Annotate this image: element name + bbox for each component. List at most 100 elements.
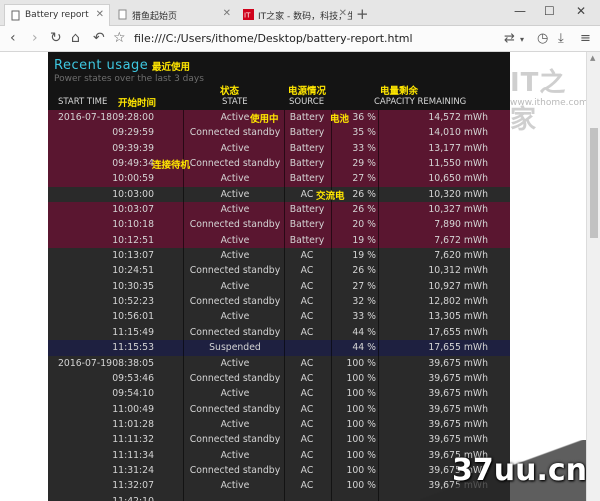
minimize-icon[interactable]: — [514,4,526,18]
cell-source: AC [300,296,314,308]
tab-battery-report[interactable]: Battery report ✕ [4,4,110,26]
table-row: 10:56:01 Active AC 33 % 13,305 mWh [48,309,510,325]
cell-percent: 100 % [346,434,376,446]
close-icon[interactable]: ✕ [96,9,104,20]
cell-capacity: 39,675 mWh [428,372,488,384]
cell-source: AC [300,357,314,369]
close-icon[interactable]: ✕ [223,8,231,19]
cell-time: 09:49:34 [112,158,154,170]
cell-state: Connected standby [189,296,281,308]
cell-capacity: 10,320 mWh [428,188,488,200]
cell-time: 10:24:51 [112,265,154,277]
column-divider [331,110,332,501]
annotation-state: 状态 [220,86,240,97]
star-icon[interactable]: ☆ [113,30,126,46]
dropdown-icon[interactable]: ▾ [520,35,524,44]
header-capacity: CAPACITY REMAINING [374,97,467,107]
cell-percent: 100 % [346,449,376,461]
cell-time: 11:01:28 [112,418,154,430]
scroll-up-icon[interactable]: ▲ [590,54,595,62]
cell-source: Battery [289,173,325,185]
download-icon[interactable]: ⤓ [558,31,564,46]
cell-time: 09:28:00 [112,112,154,123]
back-icon[interactable]: ‹ [10,30,16,46]
maximize-icon[interactable]: ☐ [544,4,555,18]
cell-percent: 33 % [352,142,376,154]
scrollbar-thumb[interactable] [590,128,598,238]
cell-source: AC [300,326,314,338]
cell-time: 09:39:39 [112,142,154,154]
address-input[interactable]: file:///C:/Users/ithome/Desktop/battery-… [134,30,524,49]
cell-percent: 27 % [352,173,376,185]
cell-state: Active [220,418,250,430]
cell-state: Active [220,311,250,323]
cell-state: Connected standby [189,265,281,277]
table-row: 09:39:39 Active Battery 33 % 13,177 mWh [48,140,510,157]
cell-state: Active [220,188,250,200]
cell-percent: 100 % [346,403,376,415]
table-row: 09:54:10 Active AC 100 % 39,675 mWh [48,386,510,402]
cell-percent: 33 % [352,311,376,323]
cell-source: Battery [289,204,325,216]
tab-label: 猎鱼起始页 [132,12,178,22]
cell-state: Connected standby [189,372,281,384]
table-row: 2016-07-19 08:38:05 Active AC 100 % 39,675 mW… [48,355,510,371]
cell-percent: 26 % [352,265,376,277]
cell-state: Active [220,173,250,185]
cell-capacity: 13,177 mWh [428,142,488,154]
vertical-scrollbar[interactable]: ▲ [586,52,600,501]
cell-time: 08:38:05 [112,357,154,369]
cell-state: Active [220,388,250,400]
cell-time: 11:11:34 [112,449,154,461]
cell-source: AC [300,480,314,492]
table-row: 10:00:59 Active Battery 27 % 10,650 mWh [48,171,510,187]
new-tab-icon[interactable]: + [356,5,369,23]
table-row: 09:29:59 Connected standby Battery 35 % 14,0… [48,125,510,141]
document-icon [11,10,20,21]
ithome-watermark-url: www.ithome.com [510,98,586,108]
cell-capacity: 13,305 mWh [428,311,488,323]
cell-capacity: 7,890 mWh [434,219,488,231]
table-row: 10:24:51 Connected standby AC 26 % 10,312 mW… [48,263,510,279]
table-row: 10:03:00 Active AC 26 % 10,320 mWh [48,186,510,203]
table-row: 11:01:28 Active AC 100 % 39,675 mWh [48,416,510,433]
forward-icon[interactable]: › [32,30,38,46]
history-icon[interactable]: ◷ [537,31,548,46]
cell-source: AC [300,250,314,262]
cell-state: Connected standby [189,403,281,415]
tab-start-page[interactable]: 猎鱼起始页 ✕ [112,4,236,26]
svg-text:IT: IT [244,12,251,20]
close-icon[interactable]: ✕ [339,8,347,19]
cell-time: 10:56:01 [112,311,154,323]
document-icon [118,9,127,20]
tab-ithome[interactable]: IT IT之家 - 数码，科技，生 ✕ [238,4,352,26]
table-row: 11:15:49 Connected standby AC 44 % 17,655 mW… [48,324,510,341]
cell-time: 10:10:18 [112,219,154,231]
close-window-icon[interactable]: ✕ [576,4,586,18]
reload-icon[interactable]: ↻ [50,30,62,46]
cell-time: 09:53:46 [112,372,154,384]
cell-capacity: 10,927 mWh [428,280,488,292]
table-row: 10:10:18 Connected standby Battery 20 % 7,89… [48,217,510,233]
undo-icon[interactable]: ↶ [93,30,105,46]
cell-percent: 100 % [346,372,376,384]
cell-percent: 26 % [352,204,376,216]
tab-bar: Battery report ✕ 猎鱼起始页 ✕ IT IT之家 - 数码，科技… [0,0,600,26]
cell-state: Suspended [209,342,261,354]
cell-source: Battery [289,219,325,231]
menu-icon[interactable]: ≡ [580,31,591,46]
cell-capacity: 17,655 mWh [428,326,488,338]
home-icon[interactable]: ⌂ [71,30,80,46]
cell-percent: 100 % [346,388,376,400]
cell-capacity: 39,675 mWh [428,357,488,369]
cell-state: Active [220,234,250,246]
cell-percent: 100 % [346,357,376,369]
table-row: 09:49:34 Connected standby Battery 29 % 11,5… [48,156,510,172]
translate-icon[interactable]: ⇄ [504,31,515,46]
cell-percent: 27 % [352,280,376,292]
site-watermark: 37uu.cn [452,453,587,488]
cell-state: Active [220,480,250,492]
table-row: 10:03:07 Active Battery 26 % 10,327 mWh [48,202,510,218]
cell-source: Battery [289,158,325,170]
cell-capacity: 39,675 mWh [428,418,488,430]
